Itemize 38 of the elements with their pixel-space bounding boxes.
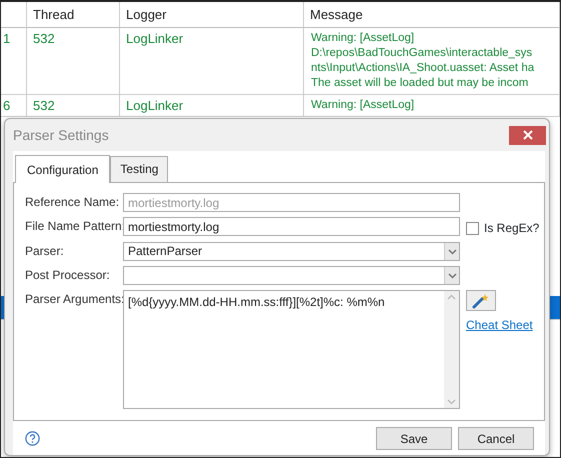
dialog-button[interactable]: Save (376, 427, 452, 450)
message-line: Warning: [AssetLog] (311, 99, 414, 111)
dialog-button[interactable]: Cancel (458, 427, 534, 450)
field-label: Post Processor: (25, 267, 111, 284)
magic-wand-icon (472, 292, 490, 308)
dropdown-field[interactable] (123, 266, 460, 285)
checkbox[interactable] (466, 222, 479, 234)
cheat-sheet-link[interactable]: Cheat Sheet (466, 316, 533, 334)
window-title: Parser Settings (13, 126, 109, 145)
help-icon[interactable] (25, 431, 40, 446)
caret-icon (448, 248, 456, 254)
checkbox-label: Is RegEx? (484, 220, 540, 237)
table-cell: 6 (3, 98, 10, 113)
column-header[interactable]: Thread (27, 2, 120, 28)
close-button[interactable] (509, 126, 546, 144)
column-header[interactable]: Logger (120, 2, 304, 28)
wand-button[interactable] (466, 290, 496, 311)
tab[interactable]: Configuration (15, 155, 110, 183)
close-icon (522, 130, 532, 140)
table-cell: 1 (3, 31, 10, 46)
table-cell: LogLinker (126, 31, 184, 46)
text-field[interactable]: mortiestmorty.log (123, 217, 460, 236)
message-line: D:\repos\BadTouchGames\interactable_sys (311, 47, 532, 59)
dropdown-field[interactable]: PatternParser (123, 242, 460, 261)
field-label: Reference Name: (25, 194, 120, 211)
message-line: nts\Input\Actions\IA_Shoot.uasset: Asset ha (311, 62, 534, 74)
column-header[interactable]: Message (304, 2, 560, 28)
message-line: Warning: [AssetLog] (311, 32, 414, 44)
table-cell: LogLinker (126, 98, 184, 113)
tab[interactable]: Testing (110, 156, 168, 182)
field-label: File Name Pattern: (25, 218, 123, 235)
field-label: Parser Arguments: (25, 291, 123, 308)
caret-icon (448, 272, 456, 278)
table-cell: 532 (33, 31, 55, 46)
table-cell: 532 (33, 98, 55, 113)
field-label: Parser: (25, 243, 65, 260)
column-header[interactable] (1, 2, 27, 28)
message-line: The asset will be loaded but may be incom (311, 77, 528, 89)
